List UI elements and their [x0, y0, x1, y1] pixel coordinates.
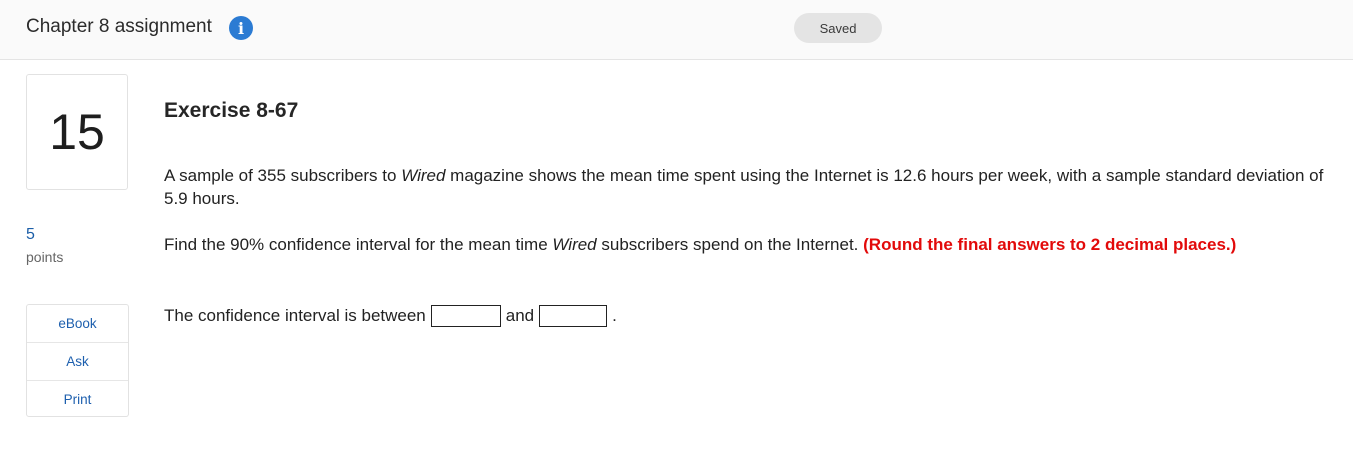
print-button[interactable]: Print: [27, 381, 128, 418]
magazine-name: Wired: [401, 166, 446, 185]
tools-panel: eBook Ask Print: [26, 304, 129, 417]
answer-line: The confidence interval is between and .: [164, 304, 617, 327]
upper-bound-input[interactable]: [539, 304, 608, 327]
ask-button[interactable]: Ask: [27, 343, 128, 381]
info-icon[interactable]: i: [229, 16, 253, 40]
question-number: 15: [26, 74, 128, 190]
answer-and: and: [505, 306, 535, 325]
answer-suffix: .: [612, 306, 617, 325]
magazine-name: Wired: [552, 235, 597, 254]
top-header: Chapter 8 assignment i Saved: [0, 0, 1353, 60]
problem-statement: A sample of 355 subscribers to Wired mag…: [164, 166, 1324, 208]
problem-question: Find the 90% confidence interval for the…: [164, 235, 1237, 254]
answer-prefix: The confidence interval is between: [164, 306, 426, 325]
ebook-button[interactable]: eBook: [27, 305, 128, 343]
assignment-title: Chapter 8 assignment: [26, 16, 212, 37]
rounding-instruction: (Round the final answers to 2 decimal pl…: [863, 235, 1237, 254]
points-value: 5: [26, 226, 35, 243]
lower-bound-input[interactable]: [430, 304, 501, 327]
exercise-title: Exercise 8-67: [164, 99, 299, 122]
points-label: points: [26, 249, 64, 265]
saved-status-badge: Saved: [794, 13, 882, 43]
